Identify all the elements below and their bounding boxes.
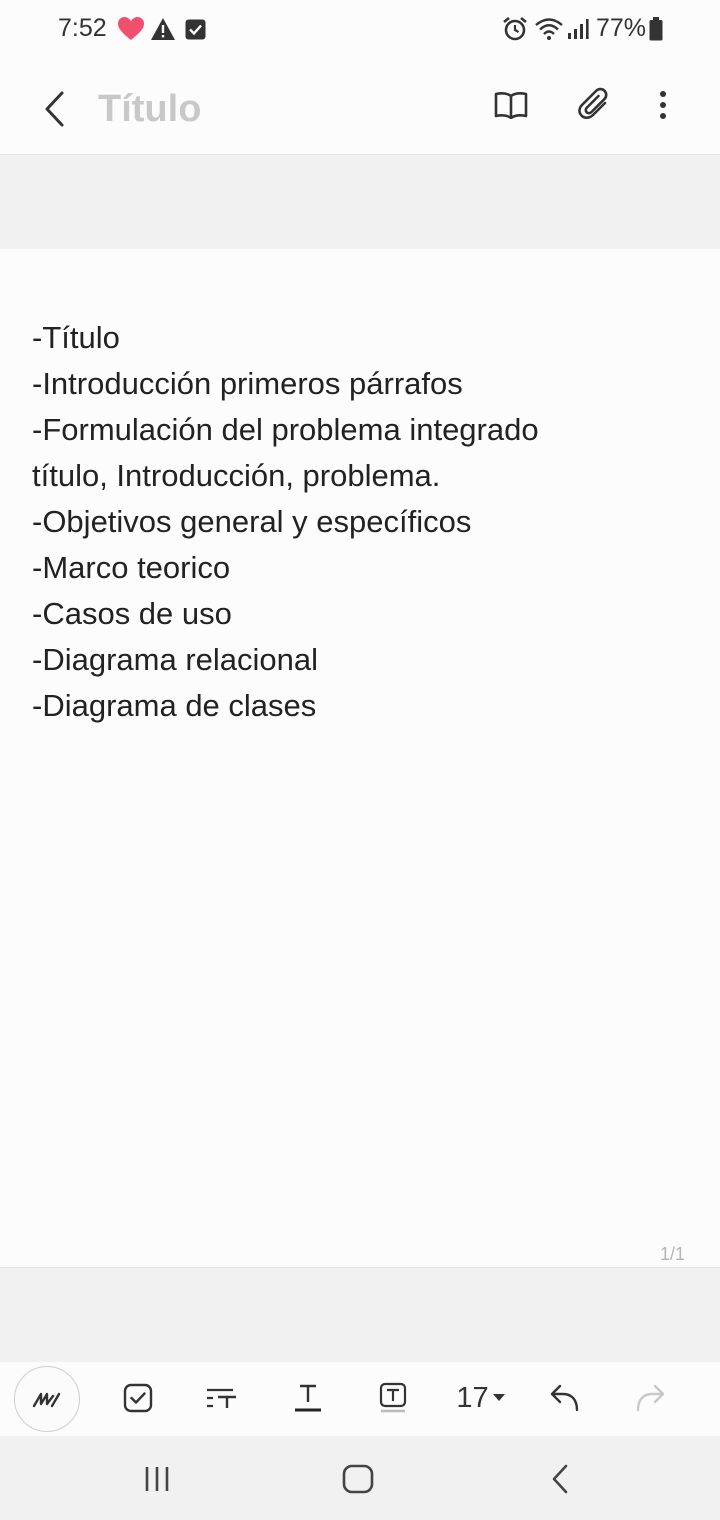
recents-icon xyxy=(145,1467,169,1491)
back-button[interactable] xyxy=(30,85,78,133)
pen-icon xyxy=(32,1392,61,1408)
page-indicator: 1/1 xyxy=(660,1244,686,1264)
reading-mode-button[interactable] xyxy=(488,82,534,128)
note-line: -Objetivos general y específicos xyxy=(32,504,472,539)
text-color-icon xyxy=(295,1384,321,1412)
checkbox-notification-icon xyxy=(184,14,206,44)
home-icon xyxy=(342,1464,374,1494)
note-line: -Formulación del problema integrado xyxy=(32,412,539,447)
status-time: 7:52 xyxy=(58,14,107,42)
redo-button[interactable] xyxy=(620,1368,680,1428)
checkbox-icon xyxy=(123,1383,153,1413)
recents-button[interactable] xyxy=(122,1452,192,1506)
alarm-icon xyxy=(502,14,528,44)
book-icon xyxy=(494,92,528,119)
note-line: -Casos de uso xyxy=(32,596,232,631)
pen-mode-button[interactable] xyxy=(14,1366,80,1432)
warning-icon xyxy=(150,14,176,44)
caret-down-icon xyxy=(492,1394,505,1401)
top-gray-band xyxy=(0,155,720,249)
back-icon xyxy=(552,1464,568,1494)
font-size-value: 17 xyxy=(456,1381,489,1414)
note-line: título, Introducción, problema. xyxy=(32,458,441,493)
more-vertical-icon xyxy=(660,91,666,119)
text-color-button[interactable] xyxy=(278,1368,338,1428)
text-background-button[interactable] xyxy=(363,1368,423,1428)
redo-icon xyxy=(636,1384,665,1412)
heart-icon xyxy=(116,14,146,44)
undo-icon xyxy=(550,1384,579,1412)
note-line: -Título xyxy=(32,320,120,355)
battery-percentage: 77% xyxy=(596,14,647,42)
paperclip-icon xyxy=(578,87,608,119)
bottom-gray-band xyxy=(0,1267,720,1363)
text-background-icon xyxy=(379,1382,407,1413)
font-size-button[interactable]: 17 xyxy=(446,1368,516,1428)
checkbox-button[interactable] xyxy=(108,1368,168,1428)
note-line: -Diagrama relacional xyxy=(32,642,319,677)
nav-back-button[interactable] xyxy=(525,1452,595,1506)
wifi-icon xyxy=(534,14,564,44)
battery-icon xyxy=(648,14,664,44)
note-content[interactable]: -Título -Introducción primeros párrafos … xyxy=(32,315,692,729)
more-options-button[interactable] xyxy=(644,82,682,128)
undo-button[interactable] xyxy=(535,1368,595,1428)
text-style-button[interactable] xyxy=(192,1368,252,1428)
note-line: -Diagrama de clases xyxy=(32,688,317,723)
home-button[interactable] xyxy=(323,1452,393,1506)
attach-button[interactable] xyxy=(572,82,618,128)
note-line: -Marco teorico xyxy=(32,550,231,585)
chevron-left-icon xyxy=(45,91,64,127)
note-title-field[interactable]: Título xyxy=(98,85,201,133)
text-style-icon xyxy=(207,1388,236,1408)
signal-icon xyxy=(566,14,590,44)
note-line: -Introducción primeros párrafos xyxy=(32,366,463,401)
